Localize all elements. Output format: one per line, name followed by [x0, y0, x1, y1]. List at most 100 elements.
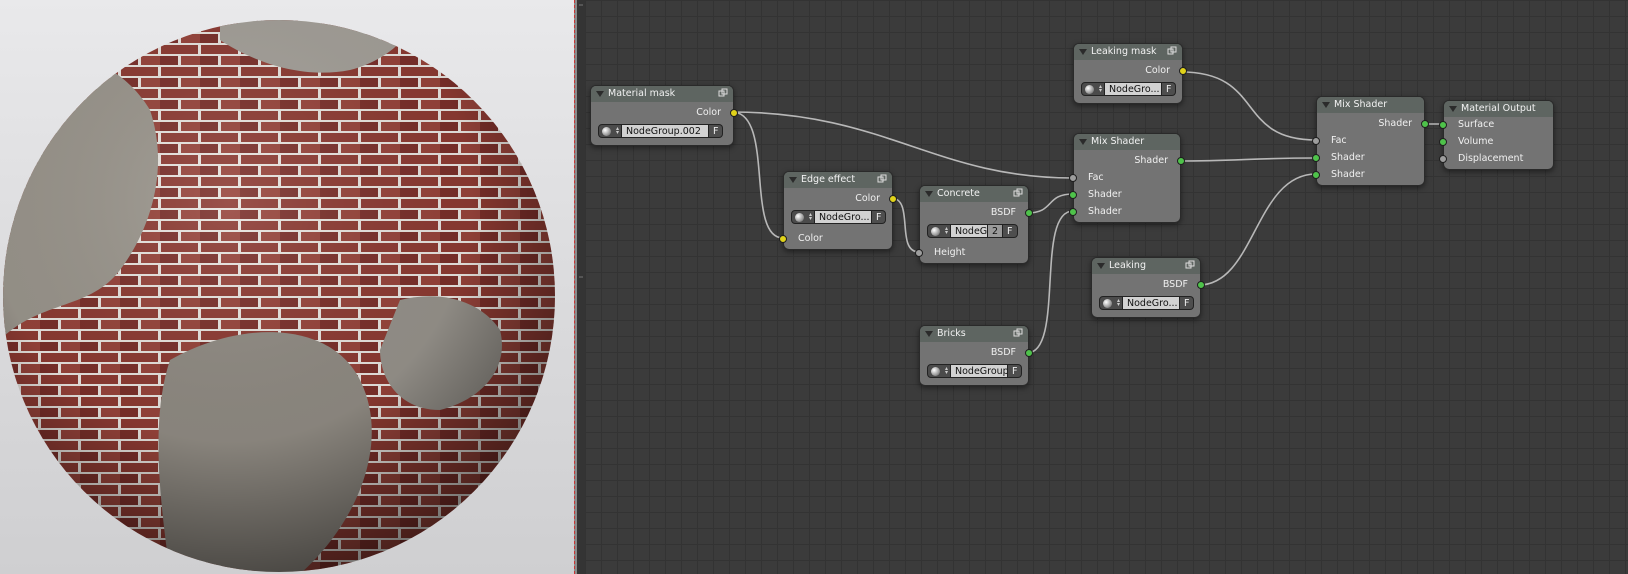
node-bricks[interactable]: Bricks BSDF ▴ ▾ NodeGroup F	[919, 325, 1033, 386]
socket-label-color-out: Color	[696, 107, 721, 118]
material-sphere-icon[interactable]: ▴ ▾	[1099, 296, 1123, 310]
input-socket-surface[interactable]	[1439, 121, 1447, 129]
socket-label-shader-out: Shader	[1134, 155, 1168, 166]
output-socket-shader[interactable]	[1421, 120, 1429, 128]
collapse-triangle-icon[interactable]	[1097, 263, 1105, 269]
node-leaking[interactable]: Leaking BSDF ▴ ▾ NodeGro... F	[1091, 257, 1205, 318]
link-bricks-mix1shader2	[1026, 210, 1074, 354]
material-sphere-icon[interactable]: ▴ ▾	[791, 210, 815, 224]
input-socket-color[interactable]	[779, 235, 787, 243]
group-name-field[interactable]: NodeG	[951, 224, 988, 238]
material-sphere-icon[interactable]: ▴ ▾	[1081, 82, 1105, 96]
node-leaking-mask[interactable]: Leaking mask Color ▴ ▾ NodeGro... F	[1073, 43, 1187, 104]
node-title: Material Output	[1461, 103, 1536, 114]
node-group-selector[interactable]: ▴ ▾ NodeGro... F	[1099, 296, 1195, 310]
user-count-field[interactable]: 2	[988, 224, 1004, 238]
collapse-triangle-icon[interactable]	[789, 177, 797, 183]
fake-user-button[interactable]: F	[1003, 224, 1018, 238]
socket-label-bsdf-out: BSDF	[1162, 279, 1188, 290]
node-mix-shader-1[interactable]: Mix Shader Shader Fac Shader Shader	[1069, 133, 1185, 223]
collapse-triangle-icon[interactable]	[925, 331, 933, 337]
node-material-mask[interactable]: Material mask Color ▴ ▾ NodeGroup.002 F	[590, 85, 738, 146]
render-preview[interactable]	[0, 0, 574, 574]
socket-label-bsdf-out: BSDF	[990, 207, 1016, 218]
group-name-field[interactable]: NodeGro...	[1105, 82, 1162, 96]
socket-label-shader-in-1: Shader	[1088, 189, 1122, 200]
collapse-triangle-icon[interactable]	[596, 91, 604, 97]
input-socket-volume[interactable]	[1439, 138, 1447, 146]
fake-user-button[interactable]: F	[1162, 82, 1177, 96]
blender-window: Material mask Color ▴ ▾ NodeGroup.002 F L…	[0, 0, 1628, 574]
fake-user-button[interactable]: F	[1180, 296, 1195, 310]
node-group-icon[interactable]	[1013, 328, 1023, 338]
collapse-triangle-icon[interactable]	[925, 191, 933, 197]
output-socket-color[interactable]	[730, 109, 738, 117]
node-material-output[interactable]: Material Output Surface Volume Displacem…	[1439, 100, 1554, 170]
output-socket-bsdf[interactable]	[1197, 281, 1205, 289]
socket-label-color-in: Color	[798, 233, 823, 244]
material-preview-sphere	[3, 20, 555, 572]
link-mix1-mix2shader1	[1178, 157, 1317, 162]
node-group-selector[interactable]: ▴ ▾ NodeGroup F	[927, 364, 1023, 378]
output-socket-bsdf[interactable]	[1025, 349, 1033, 357]
node-group-selector[interactable]: ▴ ▾ NodeGroup.002 F	[598, 124, 724, 138]
link-leakingmask-mix2fac	[1180, 71, 1317, 141]
node-mix-shader-2[interactable]: Mix Shader Shader Fac Shader Shader	[1312, 96, 1429, 186]
node-group-icon[interactable]	[877, 174, 887, 184]
link-leaking-mix2shader2	[1198, 173, 1317, 286]
input-socket-shader-2[interactable]	[1069, 208, 1077, 216]
group-name-field[interactable]: NodeGroup	[951, 364, 1008, 378]
input-socket-fac[interactable]	[1312, 137, 1320, 145]
socket-label-shader-in-1: Shader	[1331, 152, 1365, 163]
socket-label-fac-in: Fac	[1331, 135, 1347, 146]
node-group-icon[interactable]	[1013, 188, 1023, 198]
material-sphere-icon[interactable]: ▴ ▾	[927, 364, 951, 378]
node-title: Leaking mask	[1091, 46, 1157, 57]
material-sphere-icon[interactable]: ▴ ▾	[598, 124, 622, 138]
output-socket-color[interactable]	[1179, 67, 1187, 75]
input-socket-shader-1[interactable]	[1069, 191, 1077, 199]
input-socket-height[interactable]	[915, 249, 923, 257]
socket-label-shader-out: Shader	[1378, 118, 1412, 129]
node-title: Material mask	[608, 88, 676, 99]
collapse-triangle-icon[interactable]	[1322, 102, 1330, 108]
node-group-selector[interactable]: ▴ ▾ NodeG 2 F	[927, 224, 1018, 238]
node-edge-effect[interactable]: Edge effect Color ▴ ▾ NodeGro... F Color	[779, 171, 897, 250]
socket-label-bsdf-out: BSDF	[990, 347, 1016, 358]
socket-label-height-in: Height	[934, 247, 966, 258]
link-edge-concreteheight	[890, 197, 920, 253]
node-group-icon[interactable]	[1167, 46, 1177, 56]
input-socket-shader-1[interactable]	[1312, 154, 1320, 162]
group-name-field[interactable]: NodeGro...	[815, 210, 872, 224]
node-title: Concrete	[937, 188, 980, 199]
node-title: Edge effect	[801, 174, 856, 185]
node-group-icon[interactable]	[718, 88, 728, 98]
group-name-field[interactable]: NodeGroup.002	[622, 124, 709, 138]
input-socket-shader-2[interactable]	[1312, 171, 1320, 179]
node-title: Mix Shader	[1334, 99, 1388, 110]
fake-user-button[interactable]: F	[872, 210, 887, 224]
material-sphere-icon[interactable]: ▴ ▾	[927, 224, 951, 238]
link-materialmask-edgein	[731, 111, 784, 239]
node-group-selector[interactable]: ▴ ▾ NodeGro... F	[791, 210, 887, 224]
output-socket-bsdf[interactable]	[1025, 209, 1033, 217]
fake-user-button[interactable]: F	[709, 124, 724, 138]
socket-label-displacement-in: Displacement	[1458, 153, 1524, 164]
node-group-selector[interactable]: ▴ ▾ NodeGro... F	[1081, 82, 1177, 96]
input-socket-fac[interactable]	[1069, 174, 1077, 182]
output-socket-color[interactable]	[889, 195, 897, 203]
output-socket-shader[interactable]	[1177, 157, 1185, 165]
collapse-triangle-icon[interactable]	[1449, 106, 1457, 112]
collapse-triangle-icon[interactable]	[1079, 139, 1087, 145]
socket-label-shader-in-2: Shader	[1331, 169, 1365, 180]
group-name-field[interactable]: NodeGro...	[1123, 296, 1180, 310]
socket-label-shader-in-2: Shader	[1088, 206, 1122, 217]
collapse-triangle-icon[interactable]	[1079, 49, 1087, 55]
socket-label-color-out: Color	[1145, 65, 1170, 76]
node-concrete[interactable]: Concrete BSDF ▴ ▾ NodeG 2 F Height	[915, 185, 1033, 264]
node-group-icon[interactable]	[1185, 260, 1195, 270]
node-editor-canvas[interactable]: Material mask Color ▴ ▾ NodeGroup.002 F L…	[585, 0, 1628, 574]
socket-label-color-out: Color	[855, 193, 880, 204]
input-socket-displacement[interactable]	[1439, 155, 1447, 163]
fake-user-button[interactable]: F	[1008, 364, 1023, 378]
